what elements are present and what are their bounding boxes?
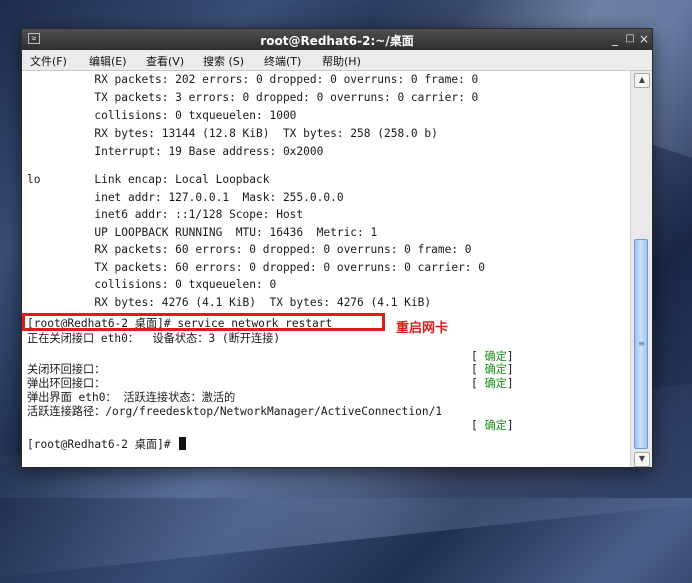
terminal-line: Interrupt: 19 Base address: 0x2000 xyxy=(27,145,324,158)
scrollbar-thumb[interactable]: ≡ xyxy=(634,239,648,449)
minimize-icon[interactable]: _ xyxy=(608,31,622,47)
terminal-line: inet addr: 127.0.0.1 Mask: 255.0.0.0 xyxy=(27,191,344,204)
menu-bar: 文件(F) 编辑(E) 查看(V) 搜索 (S) 终端(T) 帮助(H) xyxy=(22,50,652,71)
ok-status: [ 确定] xyxy=(471,419,514,432)
terminal-line: 正在关闭接口 eth0： 设备状态：3 (断开连接) xyxy=(27,332,281,345)
terminal-line: collisions: 0 txqueuelen: 1000 xyxy=(27,109,297,122)
terminal-line: TX packets: 60 errors: 0 dropped: 0 over… xyxy=(27,261,486,274)
close-icon[interactable]: × xyxy=(637,31,651,47)
menu-help[interactable]: 帮助(H) xyxy=(322,53,361,69)
text-cursor xyxy=(179,437,187,450)
terminal-line: inet6 addr: ::1/128 Scope: Host xyxy=(27,208,304,221)
terminal-line: 活跃连接路径：/org/freedesktop/NetworkManager/A… xyxy=(27,405,443,418)
terminal-line: RX packets: 202 errors: 0 dropped: 0 ove… xyxy=(27,73,479,86)
scroll-down-icon[interactable]: ▼ xyxy=(634,452,650,467)
terminal-line: RX packets: 60 errors: 0 dropped: 0 over… xyxy=(27,243,472,256)
terminal-line: 弹出环回接口： xyxy=(27,377,106,390)
menu-search[interactable]: 搜索 (S) xyxy=(203,53,244,69)
command-highlight-box xyxy=(22,313,385,331)
terminal-line: 弹出界面 eth0： 活跃连接状态：激活的 xyxy=(27,391,236,404)
terminal-line: 关闭环回接口： xyxy=(27,363,106,376)
scroll-up-icon[interactable]: ▲ xyxy=(634,73,650,88)
ok-status: [ 确定] xyxy=(471,377,514,390)
terminal-line: RX bytes: 4276 (4.1 KiB) TX bytes: 4276 … xyxy=(27,296,432,309)
terminal-line: UP LOOPBACK RUNNING MTU: 16436 Metric: 1 xyxy=(27,226,378,239)
restart-network-annotation: 重启网卡 xyxy=(396,321,449,336)
terminal-output[interactable]: RX packets: 202 errors: 0 dropped: 0 ove… xyxy=(22,71,630,466)
title-bar[interactable]: ≥ root@Redhat6-2:~/桌面 _ □ × xyxy=(22,29,652,50)
maximize-icon[interactable]: □ xyxy=(623,31,637,47)
window-title: root@Redhat6-2:~/桌面 xyxy=(260,34,414,48)
terminal-line: collisions: 0 txqueuelen: 0 xyxy=(27,278,277,291)
menu-edit[interactable]: 编辑(E) xyxy=(89,53,127,69)
terminal-line: lo Link encap: Local Loopback xyxy=(27,173,270,186)
menu-file[interactable]: 文件(F) xyxy=(30,53,67,69)
vertical-scrollbar[interactable]: ▲ ≡ ▼ xyxy=(630,71,652,467)
terminal-line: RX bytes: 13144 (12.8 KiB) TX bytes: 258… xyxy=(27,127,438,140)
menu-terminal[interactable]: 终端(T) xyxy=(264,53,301,69)
prompt-line[interactable]: [root@Redhat6-2 桌面]# xyxy=(27,437,187,451)
terminal-window: ≥ root@Redhat6-2:~/桌面 _ □ × 文件(F) 编辑(E) … xyxy=(21,28,653,468)
grip-icon: ≡ xyxy=(638,339,645,348)
menu-view[interactable]: 查看(V) xyxy=(146,53,184,69)
terminal-line: TX packets: 3 errors: 0 dropped: 0 overr… xyxy=(27,91,479,104)
ok-status: [ 确定] xyxy=(471,363,514,376)
ok-status: [ 确定] xyxy=(471,350,514,363)
